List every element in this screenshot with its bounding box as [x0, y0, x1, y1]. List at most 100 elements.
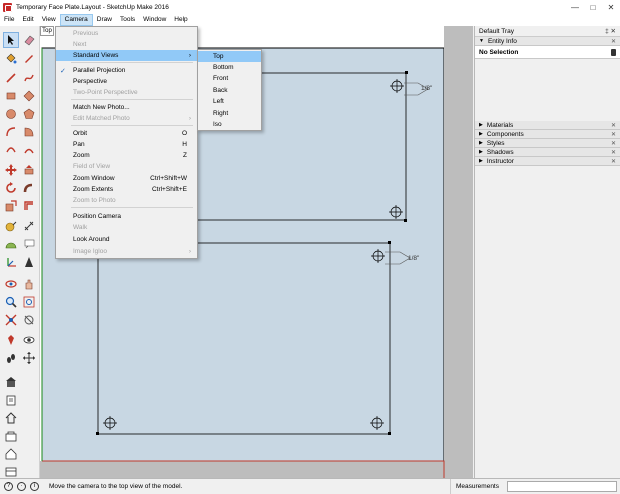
- text-icon[interactable]: [21, 236, 37, 252]
- warehouse-icon[interactable]: [3, 374, 19, 390]
- paint-bucket-icon[interactable]: [3, 50, 19, 66]
- camera-menu-parallel-projection[interactable]: ✓ Parallel Projection: [56, 65, 197, 76]
- camera-menu-zoom-window[interactable]: Zoom Window Ctrl+Shift+W: [56, 173, 197, 184]
- protractor-icon[interactable]: [3, 236, 19, 252]
- polygon-icon[interactable]: [21, 106, 37, 122]
- previous-view-icon[interactable]: [21, 312, 37, 328]
- entity-info-header[interactable]: ▼ Entity Info ✕: [475, 37, 620, 46]
- paint-icon[interactable]: [21, 50, 37, 66]
- submenu-arrow-icon: ›: [188, 52, 191, 59]
- share-model-icon[interactable]: [3, 392, 19, 408]
- menu-draw[interactable]: Draw: [93, 14, 116, 26]
- view-front[interactable]: Front: [198, 73, 261, 84]
- menu-edit[interactable]: Edit: [18, 14, 37, 26]
- camera-menu-next[interactable]: Next: [56, 39, 197, 50]
- pan-icon[interactable]: [21, 276, 37, 292]
- follow-me-icon[interactable]: [21, 180, 37, 196]
- zoom-icon[interactable]: [3, 294, 19, 310]
- panel-close-icon[interactable]: ✕: [611, 122, 616, 129]
- freehand-icon[interactable]: [21, 70, 37, 86]
- eraser-icon[interactable]: [21, 32, 37, 48]
- pie-icon[interactable]: [21, 124, 37, 140]
- camera-menu-zoom-extents[interactable]: Zoom Extents Ctrl+Shift+E: [56, 184, 197, 195]
- view-bottom[interactable]: Bottom: [198, 62, 261, 73]
- selection-status: No Selection: [479, 48, 519, 56]
- menu-camera[interactable]: Camera: [59, 14, 93, 26]
- line-icon[interactable]: [3, 70, 19, 86]
- rotate-icon[interactable]: [3, 180, 19, 196]
- zoom-extents-icon[interactable]: [3, 312, 19, 328]
- panel-shadows[interactable]: ▶ Shadows ✕: [475, 148, 620, 157]
- move-cross-icon[interactable]: [21, 350, 37, 366]
- menu-tools[interactable]: Tools: [116, 14, 139, 26]
- look-around-icon[interactable]: [21, 332, 37, 348]
- dimension-icon[interactable]: [21, 218, 37, 234]
- panel-styles[interactable]: ▶ Styles ✕: [475, 139, 620, 148]
- view-right[interactable]: Right: [198, 108, 261, 119]
- select-icon[interactable]: [3, 32, 19, 48]
- walk-icon[interactable]: [3, 350, 19, 366]
- view-left[interactable]: Left: [198, 96, 261, 107]
- push-pull-icon[interactable]: [21, 162, 37, 178]
- camera-menu-previous[interactable]: Previous: [56, 28, 197, 39]
- camera-menu-position-camera[interactable]: Position Camera: [56, 211, 197, 222]
- circle-icon[interactable]: [3, 106, 19, 122]
- panel-close-icon[interactable]: ✕: [611, 158, 616, 165]
- camera-menu-look-around[interactable]: Look Around: [56, 234, 197, 245]
- menu-view[interactable]: View: [38, 14, 60, 26]
- panel-materials[interactable]: ▶ Materials ✕: [475, 121, 620, 130]
- panel-instructor[interactable]: ▶ Instructor ✕: [475, 157, 620, 166]
- tape-measure-icon[interactable]: [3, 218, 19, 234]
- move-icon[interactable]: [3, 162, 19, 178]
- extension-warehouse-icon[interactable]: [3, 428, 19, 444]
- camera-menu: Previous Next Standard Views › ✓ Parallel …: [55, 26, 198, 259]
- camera-menu-match-new-photo[interactable]: Match New Photo...: [56, 102, 197, 113]
- camera-menu-two-point-perspective[interactable]: Two-Point Perspective: [56, 87, 197, 98]
- camera-menu-edit-matched-photo[interactable]: Edit Matched Photo ›: [56, 113, 197, 124]
- geo-location-icon[interactable]: ·: [17, 482, 26, 491]
- arc-icon[interactable]: [3, 124, 19, 140]
- status-bar: ? · i Move the camera to the top view of…: [0, 478, 620, 494]
- building-icon[interactable]: [3, 446, 19, 462]
- camera-menu-standard-views[interactable]: Standard Views ›: [56, 50, 197, 61]
- view-iso[interactable]: Iso: [198, 119, 261, 130]
- offset-icon[interactable]: [21, 198, 37, 214]
- rotated-rectangle-icon[interactable]: [21, 88, 37, 104]
- position-camera-icon[interactable]: [3, 332, 19, 348]
- camera-menu-pan[interactable]: Pan H: [56, 139, 197, 150]
- section-plane-icon[interactable]: [21, 254, 37, 270]
- panel-close-icon[interactable]: ✕: [611, 131, 616, 138]
- camera-menu-image-igloo[interactable]: Image Igloo ›: [56, 246, 197, 257]
- two-point-arc-icon[interactable]: [21, 142, 37, 158]
- camera-menu-zoom[interactable]: Zoom Z: [56, 150, 197, 161]
- scale-icon[interactable]: [3, 198, 19, 214]
- camera-menu-walk[interactable]: Walk: [56, 222, 197, 233]
- menu-window[interactable]: Window: [139, 14, 170, 26]
- three-point-arc-icon[interactable]: [3, 142, 19, 158]
- panel-close-icon[interactable]: ✕: [611, 149, 616, 156]
- camera-menu-zoom-to-photo[interactable]: Zoom to Photo: [56, 195, 197, 206]
- menu-help[interactable]: Help: [170, 14, 191, 26]
- view-back[interactable]: Back: [198, 85, 261, 96]
- measurements-input[interactable]: [507, 481, 617, 492]
- camera-menu-field-of-view[interactable]: Field of View: [56, 161, 197, 172]
- orbit-icon[interactable]: [3, 276, 19, 292]
- panel-close-icon[interactable]: ✕: [611, 38, 616, 45]
- scene-tab-top[interactable]: Top: [40, 26, 54, 36]
- zoom-window-icon[interactable]: [21, 294, 37, 310]
- panel-close-icon[interactable]: ✕: [611, 140, 616, 147]
- home-icon[interactable]: [3, 410, 19, 426]
- rectangle-icon[interactable]: [3, 88, 19, 104]
- panel-components[interactable]: ▶ Components ✕: [475, 130, 620, 139]
- tray-pin-close-icon[interactable]: ‡ ✕: [605, 27, 616, 35]
- camera-menu-perspective[interactable]: Perspective: [56, 76, 197, 87]
- credits-icon[interactable]: i: [30, 482, 39, 491]
- view-top[interactable]: Top: [198, 51, 261, 62]
- close-icon[interactable]: ✕: [602, 0, 620, 14]
- minimize-icon[interactable]: —: [566, 0, 584, 14]
- axes-icon[interactable]: [3, 254, 19, 270]
- maximize-icon[interactable]: □: [584, 0, 602, 14]
- help-icon[interactable]: ?: [4, 482, 13, 491]
- camera-menu-orbit[interactable]: Orbit O: [56, 128, 197, 139]
- menu-file[interactable]: File: [0, 14, 18, 26]
